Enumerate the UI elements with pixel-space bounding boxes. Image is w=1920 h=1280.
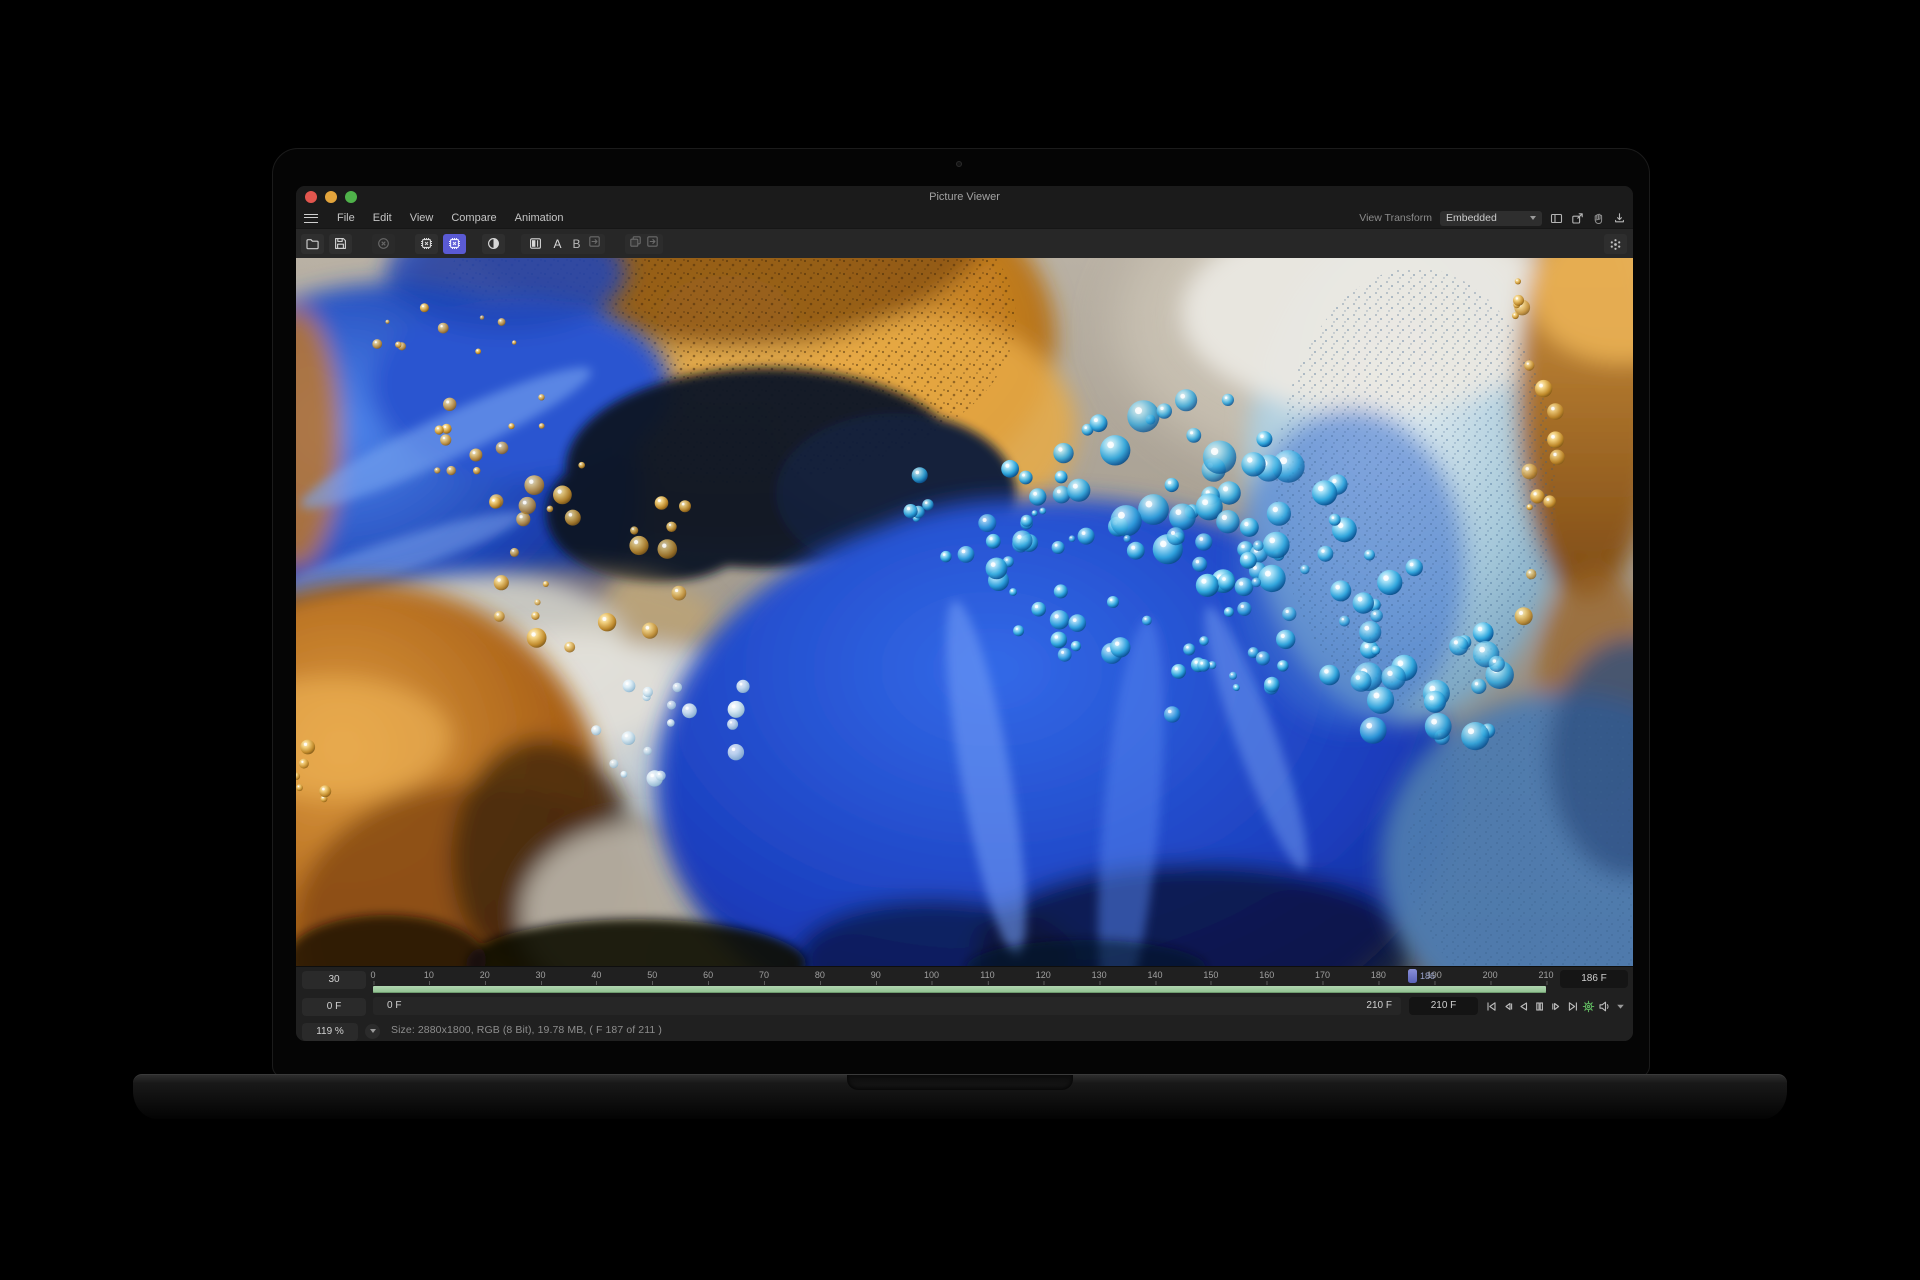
ruler-tick: 70 bbox=[759, 970, 769, 980]
step-forward-icon[interactable] bbox=[1549, 999, 1564, 1014]
lid-notch bbox=[847, 1075, 1073, 1090]
view-transform-value: Embedded bbox=[1446, 212, 1497, 224]
ruler-tick: 170 bbox=[1315, 970, 1330, 980]
pop-out-icon[interactable] bbox=[1571, 212, 1584, 225]
ruler-tick: 120 bbox=[1036, 970, 1051, 980]
play-reverse-icon[interactable] bbox=[1516, 999, 1531, 1014]
view-transform-dropdown[interactable]: Embedded bbox=[1440, 211, 1542, 226]
ruler-tick: 30 bbox=[536, 970, 546, 980]
menu-hamburger-icon[interactable] bbox=[304, 214, 318, 223]
jump-end-icon[interactable] bbox=[1565, 999, 1580, 1014]
menu-item[interactable]: Animation bbox=[506, 212, 573, 224]
preview-range-bar[interactable]: 0 F 210 F bbox=[373, 997, 1401, 1015]
ruler-tick: 60 bbox=[703, 970, 713, 980]
camera-dot bbox=[956, 161, 962, 167]
menubar: FileEditViewCompareAnimation View Transf… bbox=[296, 208, 1633, 228]
ruler-tick: 0 bbox=[370, 970, 375, 980]
titlebar: Picture Viewer bbox=[296, 186, 1633, 208]
menu-item[interactable]: File bbox=[328, 212, 364, 224]
minimize-button[interactable] bbox=[325, 191, 337, 203]
chip-x-button[interactable] bbox=[415, 234, 438, 254]
chevron-down-icon bbox=[1530, 216, 1536, 220]
status-text: Size: 2880x1800, RGB (8 Bit), 19.78 MB, … bbox=[391, 1019, 662, 1041]
compare-panel-icon[interactable] bbox=[524, 234, 547, 254]
menu-list: FileEditViewCompareAnimation bbox=[328, 212, 573, 224]
ruler-tick: 200 bbox=[1483, 970, 1498, 980]
ruler-tick: 150 bbox=[1203, 970, 1218, 980]
more-caret-icon[interactable] bbox=[1613, 999, 1628, 1014]
toolbar: A B bbox=[296, 228, 1633, 258]
view-transform-label: View Transform bbox=[1359, 212, 1432, 224]
open-folder-button[interactable] bbox=[301, 234, 324, 254]
viewer-image bbox=[296, 258, 1633, 966]
ruler-tick: 160 bbox=[1259, 970, 1274, 980]
ruler-tick: 50 bbox=[647, 970, 657, 980]
ruler-tick: 130 bbox=[1092, 970, 1107, 980]
current-frame-field[interactable]: 186 F bbox=[1560, 970, 1628, 988]
menu-item[interactable]: Compare bbox=[442, 212, 505, 224]
macbook-screen: Picture Viewer FileEditViewCompareAnimat… bbox=[272, 148, 1650, 1078]
window-title: Picture Viewer bbox=[296, 186, 1633, 208]
save-button[interactable] bbox=[329, 234, 352, 254]
playhead-frame-label: 186 bbox=[1420, 971, 1435, 981]
menu-item[interactable]: Edit bbox=[364, 212, 401, 224]
dock-pin-icon[interactable] bbox=[1613, 212, 1626, 225]
ruler-tick: 140 bbox=[1147, 970, 1162, 980]
zoom-dropdown-button[interactable] bbox=[365, 1024, 380, 1039]
macbook-base bbox=[133, 1074, 1787, 1119]
playhead[interactable]: 186 bbox=[1408, 969, 1417, 983]
ruler-tick: 180 bbox=[1371, 970, 1386, 980]
pause-icon[interactable] bbox=[1532, 999, 1547, 1014]
range-bar-start-label: 0 F bbox=[387, 997, 401, 1015]
cache-bar bbox=[373, 986, 1546, 993]
ruler-tick: 110 bbox=[980, 970, 994, 980]
chip-button-selected[interactable] bbox=[443, 234, 466, 254]
ruler-tick: 10 bbox=[424, 970, 434, 980]
range-bar-end-label: 210 F bbox=[1366, 997, 1392, 1015]
ruler-tick: 20 bbox=[480, 970, 490, 980]
picture-viewer-window: Picture Viewer FileEditViewCompareAnimat… bbox=[296, 186, 1633, 1041]
circle-x-icon[interactable] bbox=[372, 234, 395, 254]
chevron-down-icon bbox=[370, 1029, 376, 1033]
render-gear-icon[interactable] bbox=[1581, 999, 1596, 1014]
menu-item[interactable]: View bbox=[401, 212, 443, 224]
ruler-tick: 80 bbox=[815, 970, 825, 980]
step-back-icon[interactable] bbox=[1500, 999, 1515, 1014]
end-frame-field[interactable]: 210 F bbox=[1409, 997, 1478, 1015]
close-button[interactable] bbox=[305, 191, 317, 203]
ruler-tick: 90 bbox=[871, 970, 881, 980]
range-start-field[interactable]: 0 F bbox=[302, 998, 366, 1016]
zoom-button[interactable] bbox=[345, 191, 357, 203]
timeline-panel: 30 0 10 20 30 40 50 60 70 80 90 100 110 120 130 140 150… bbox=[296, 966, 1633, 1041]
compare-b-button[interactable]: B bbox=[568, 237, 585, 251]
contrast-icon[interactable] bbox=[482, 234, 505, 254]
ruler-tick: 210 bbox=[1538, 970, 1553, 980]
image-viewport[interactable] bbox=[296, 258, 1633, 966]
framerate-field[interactable]: 30 bbox=[302, 971, 366, 989]
save-as-icon bbox=[645, 234, 660, 254]
ruler-tick: 100 bbox=[924, 970, 939, 980]
compare-a-button[interactable]: A bbox=[549, 237, 566, 251]
desktop-background: Picture Viewer FileEditViewCompareAnimat… bbox=[0, 0, 1920, 1280]
zoom-level-field[interactable]: 119 % bbox=[302, 1023, 358, 1041]
copy-icon bbox=[628, 234, 643, 254]
timeline-ruler[interactable]: 0 10 20 30 40 50 60 70 80 90 100 110 120 130 140 150 160… bbox=[373, 969, 1546, 994]
ruler-tick: 40 bbox=[591, 970, 601, 980]
jump-start-icon[interactable] bbox=[1484, 999, 1499, 1014]
swap-icon bbox=[587, 234, 602, 254]
hand-icon[interactable] bbox=[1592, 212, 1605, 225]
molecule-icon[interactable] bbox=[1604, 234, 1627, 254]
audio-icon[interactable] bbox=[1597, 999, 1612, 1014]
transport-controls bbox=[1484, 997, 1628, 1015]
split-view-icon[interactable] bbox=[1550, 212, 1563, 225]
